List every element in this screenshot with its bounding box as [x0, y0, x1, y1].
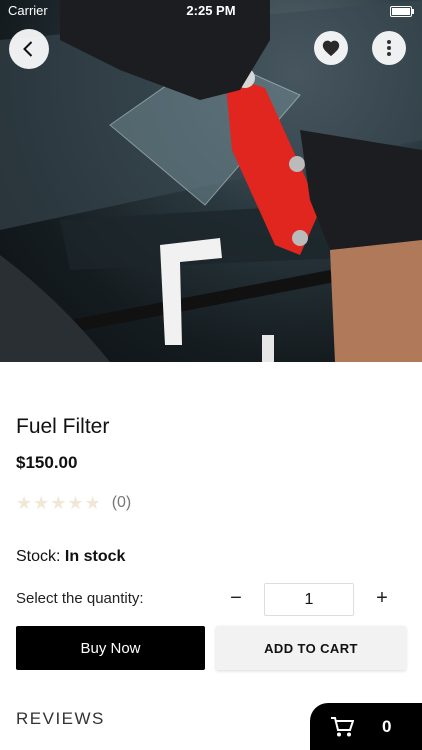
- stock-status: Stock: In stock: [16, 548, 125, 566]
- star-icon: ★: [84, 493, 101, 513]
- status-bar: Carrier 2:25 PM: [0, 0, 422, 22]
- star-icon: ★: [67, 493, 84, 513]
- cart-button[interactable]: 0: [310, 703, 422, 750]
- more-icon: [387, 40, 391, 56]
- quantity-decrease-button[interactable]: −: [223, 586, 249, 612]
- star-icon: ★: [16, 493, 33, 513]
- product-photo-illustration: [0, 0, 422, 362]
- rating: ★ ★ ★ ★ ★ (0): [16, 493, 131, 513]
- rating-count: (0): [111, 494, 132, 511]
- reviews-heading: REVIEWS: [16, 709, 105, 728]
- heart-icon: [322, 40, 340, 57]
- star-icon: ★: [50, 493, 67, 513]
- buy-now-button[interactable]: Buy Now: [16, 626, 205, 670]
- status-time: 2:25 PM: [186, 3, 236, 18]
- product-title: Fuel Filter: [16, 415, 110, 438]
- quantity-increase-button[interactable]: +: [369, 586, 395, 612]
- cart-icon: [331, 716, 354, 736]
- quantity-label: Select the quantity:: [16, 590, 144, 607]
- more-options-button[interactable]: [372, 31, 406, 65]
- product-price: $150.00: [16, 453, 78, 472]
- quantity-input[interactable]: 1: [264, 583, 354, 616]
- favorite-button[interactable]: [314, 31, 348, 65]
- product-image: [0, 0, 422, 362]
- cart-count: 0: [382, 716, 392, 736]
- back-button[interactable]: [9, 29, 49, 69]
- battery-icon: [390, 6, 414, 17]
- back-icon: [23, 41, 33, 57]
- stock-label: Stock:: [16, 548, 61, 565]
- add-to-cart-button[interactable]: ADD TO CART: [216, 626, 406, 670]
- stock-value: In stock: [64, 548, 126, 565]
- star-icon: ★: [33, 493, 50, 513]
